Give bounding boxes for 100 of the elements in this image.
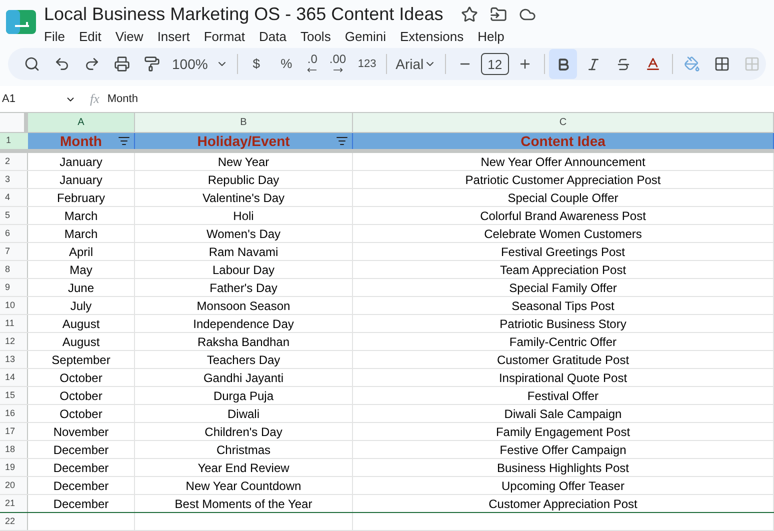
row-number[interactable]: 11 (0, 315, 28, 332)
table-cell-text: January (60, 154, 102, 170)
menu-item[interactable]: View (115, 27, 144, 46)
filter-icon[interactable] (118, 135, 130, 147)
filter-icon[interactable] (336, 135, 348, 147)
table-cell-text: Upcoming Offer Teaser (502, 478, 624, 494)
table-cell-text: November (53, 424, 109, 440)
table-cell-text: Valentine's Day (202, 190, 285, 206)
row-number[interactable]: 19 (0, 459, 28, 476)
table-cell-text: Gandhi Jayanti (203, 370, 284, 386)
table-cell-text: Christmas (216, 442, 270, 458)
header-cell-text: Month (60, 132, 102, 150)
row-number[interactable]: 7 (0, 243, 28, 260)
folder-icon[interactable] (490, 6, 508, 22)
table-cell-text: February (56, 190, 106, 206)
font-dropdown[interactable]: Arial (392, 49, 440, 80)
row-number[interactable]: 1 (0, 133, 28, 149)
row-number[interactable]: 18 (0, 441, 28, 458)
table-cell-text: New Year Offer Announcement (480, 154, 646, 170)
percent-button[interactable]: % (272, 49, 300, 80)
table-cell-text: Festival Greetings Post (500, 244, 626, 260)
increase-decimal-button[interactable]: .00 (324, 49, 352, 80)
menu-item[interactable]: Data (259, 27, 286, 46)
formula-field[interactable]: Month (107, 90, 138, 108)
document-title[interactable]: Local Business Marketing OS - 365 Content Ideas (44, 3, 444, 25)
row-number[interactable]: 5 (0, 207, 28, 224)
menu-item[interactable]: Tools (300, 27, 331, 46)
zoom-dropdown[interactable]: 100% (168, 49, 232, 80)
table-cell-text: Patriotic Business Story (500, 316, 626, 332)
row-number[interactable]: 13 (0, 351, 28, 368)
font-size-field[interactable]: 12 (480, 53, 509, 76)
menu-item[interactable]: Format (204, 27, 245, 46)
table-cell-text: Diwali Sale Campaign (504, 406, 622, 422)
row-number[interactable]: 2 (0, 153, 28, 170)
row-number[interactable]: 9 (0, 279, 28, 296)
corner-cell[interactable] (0, 113, 28, 132)
table-cell-text: January (60, 172, 102, 188)
column-header[interactable]: C (353, 113, 774, 132)
table-cell-text: Best Moments of the Year (174, 496, 312, 512)
table-cell-text: Special Family Offer (509, 280, 617, 296)
column-header[interactable]: B (135, 113, 353, 132)
table-cell-text: Customer Gratitude Post (496, 352, 630, 368)
menu-item[interactable]: Extensions (400, 27, 464, 46)
table-cell-text: May (70, 262, 92, 278)
row-number[interactable]: 8 (0, 261, 28, 278)
row-number[interactable]: 17 (0, 423, 28, 440)
table-cell-text: Teachers Day (206, 352, 280, 368)
decrease-decimal-button[interactable]: .0 (302, 49, 322, 80)
number-format-button[interactable]: 123 (353, 49, 382, 80)
table-cell-text: April (68, 244, 93, 260)
column-header[interactable]: A (28, 113, 135, 132)
row-number[interactable]: 22 (0, 513, 28, 530)
table-cell-text: December (53, 460, 109, 476)
table-cell-text: September (52, 352, 110, 368)
row-number[interactable]: 14 (0, 369, 28, 386)
table-cell-text: December (53, 478, 109, 494)
table-cell-text: Children's Day (204, 424, 282, 440)
menu-item[interactable]: Insert (157, 27, 190, 46)
star-icon[interactable] (461, 6, 478, 22)
table-cell-text: Holi (233, 208, 254, 224)
table-cell-text: Raksha Bandhan (197, 334, 290, 350)
name-box[interactable]: A1 (0, 90, 76, 108)
table-cell-text: Independence Day (193, 316, 294, 332)
row-number[interactable]: 3 (0, 171, 28, 188)
table-cell-text: Colorful Brand Awareness Post (480, 208, 646, 224)
row-number[interactable]: 15 (0, 387, 28, 404)
sheets-logo-icon[interactable] (6, 10, 36, 34)
row-number[interactable]: 21 (0, 495, 28, 512)
table-cell-text: Festival Offer (527, 388, 599, 404)
table-cell-text: March (64, 208, 98, 224)
table-cell-text: Team Appreciation Post (500, 262, 626, 278)
row-number[interactable]: 16 (0, 405, 28, 422)
bold-icon[interactable] (549, 49, 578, 80)
table-cell-text: August (62, 316, 100, 332)
table-cell-text: Special Couple Offer (508, 190, 618, 206)
menu-item[interactable]: Gemini (344, 27, 386, 46)
table-cell-text: Diwali (227, 406, 260, 422)
table-cell-text: July (70, 298, 92, 314)
header-cell-text: Content Idea (520, 132, 606, 150)
menu-item[interactable]: Help (478, 27, 504, 46)
row-number[interactable]: 10 (0, 297, 28, 314)
row-number[interactable]: 6 (0, 225, 28, 242)
table-cell-text: Durga Puja (213, 388, 274, 404)
table-cell-text: Monsoon Season (196, 298, 290, 314)
table-cell-text: Year End Review (198, 460, 290, 476)
row-number[interactable]: 20 (0, 477, 28, 494)
menu-item[interactable]: Edit (78, 27, 102, 46)
table-cell-text: Business Highlights Post (496, 460, 630, 476)
table-cell-text: Labour Day (212, 262, 275, 278)
table-cell-text: Women's Day (206, 226, 281, 242)
menu-item[interactable]: File (44, 27, 65, 46)
table-cell-text: June (68, 280, 94, 296)
fx-icon: fx (90, 89, 100, 109)
table-cell-text: Customer Appreciation Post (488, 496, 638, 512)
table-cell-text: Family-Centric Offer (509, 334, 617, 350)
currency-button[interactable]: $ (242, 49, 270, 80)
table-cell-text: October (60, 406, 102, 422)
row-number[interactable]: 12 (0, 333, 28, 350)
table-cell-text: Patriotic Customer Appreciation Post (465, 172, 661, 188)
row-number[interactable]: 4 (0, 189, 28, 206)
